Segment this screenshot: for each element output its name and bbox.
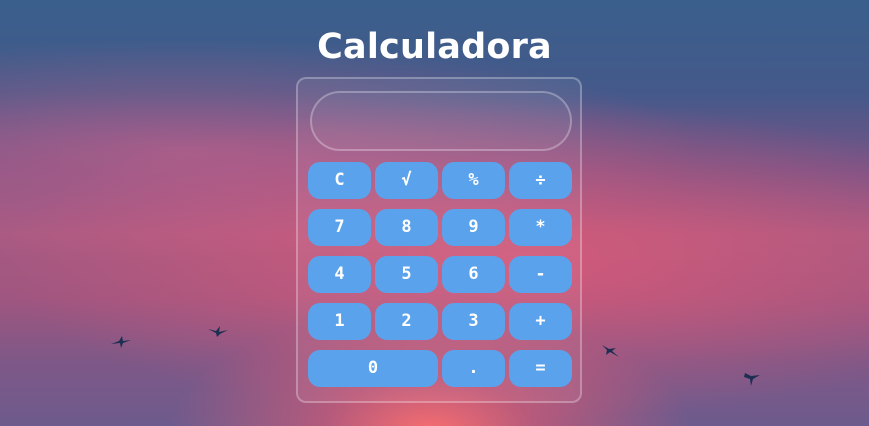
digit-6-button[interactable]: 6	[442, 256, 505, 293]
bird-icon	[602, 345, 619, 357]
digit-0-button[interactable]: 0	[308, 350, 438, 387]
calculator-display[interactable]	[310, 91, 572, 151]
square-root-button[interactable]: √	[375, 162, 438, 199]
page-title: Calculadora	[317, 27, 552, 68]
subtract-button[interactable]: -	[509, 256, 572, 293]
divide-button[interactable]: ÷	[509, 162, 572, 199]
clear-button[interactable]: C	[308, 162, 371, 199]
bird-icon	[208, 326, 228, 337]
bird-icon	[744, 373, 760, 386]
digit-2-button[interactable]: 2	[375, 303, 438, 340]
digit-8-button[interactable]: 8	[375, 209, 438, 246]
digit-4-button[interactable]: 4	[308, 256, 371, 293]
add-button[interactable]: +	[509, 303, 572, 340]
decimal-button[interactable]: .	[442, 350, 505, 387]
digit-3-button[interactable]: 3	[442, 303, 505, 340]
digit-1-button[interactable]: 1	[308, 303, 371, 340]
multiply-button[interactable]: *	[509, 209, 572, 246]
equals-button[interactable]: =	[509, 350, 572, 387]
digit-5-button[interactable]: 5	[375, 256, 438, 293]
digit-7-button[interactable]: 7	[308, 209, 371, 246]
bird-icon	[111, 336, 131, 348]
digit-9-button[interactable]: 9	[442, 209, 505, 246]
calculator: C √ % ÷ 7 8 9 * 4 5 6 - 1 2 3 + 0 . =	[296, 77, 582, 403]
percent-button[interactable]: %	[442, 162, 505, 199]
